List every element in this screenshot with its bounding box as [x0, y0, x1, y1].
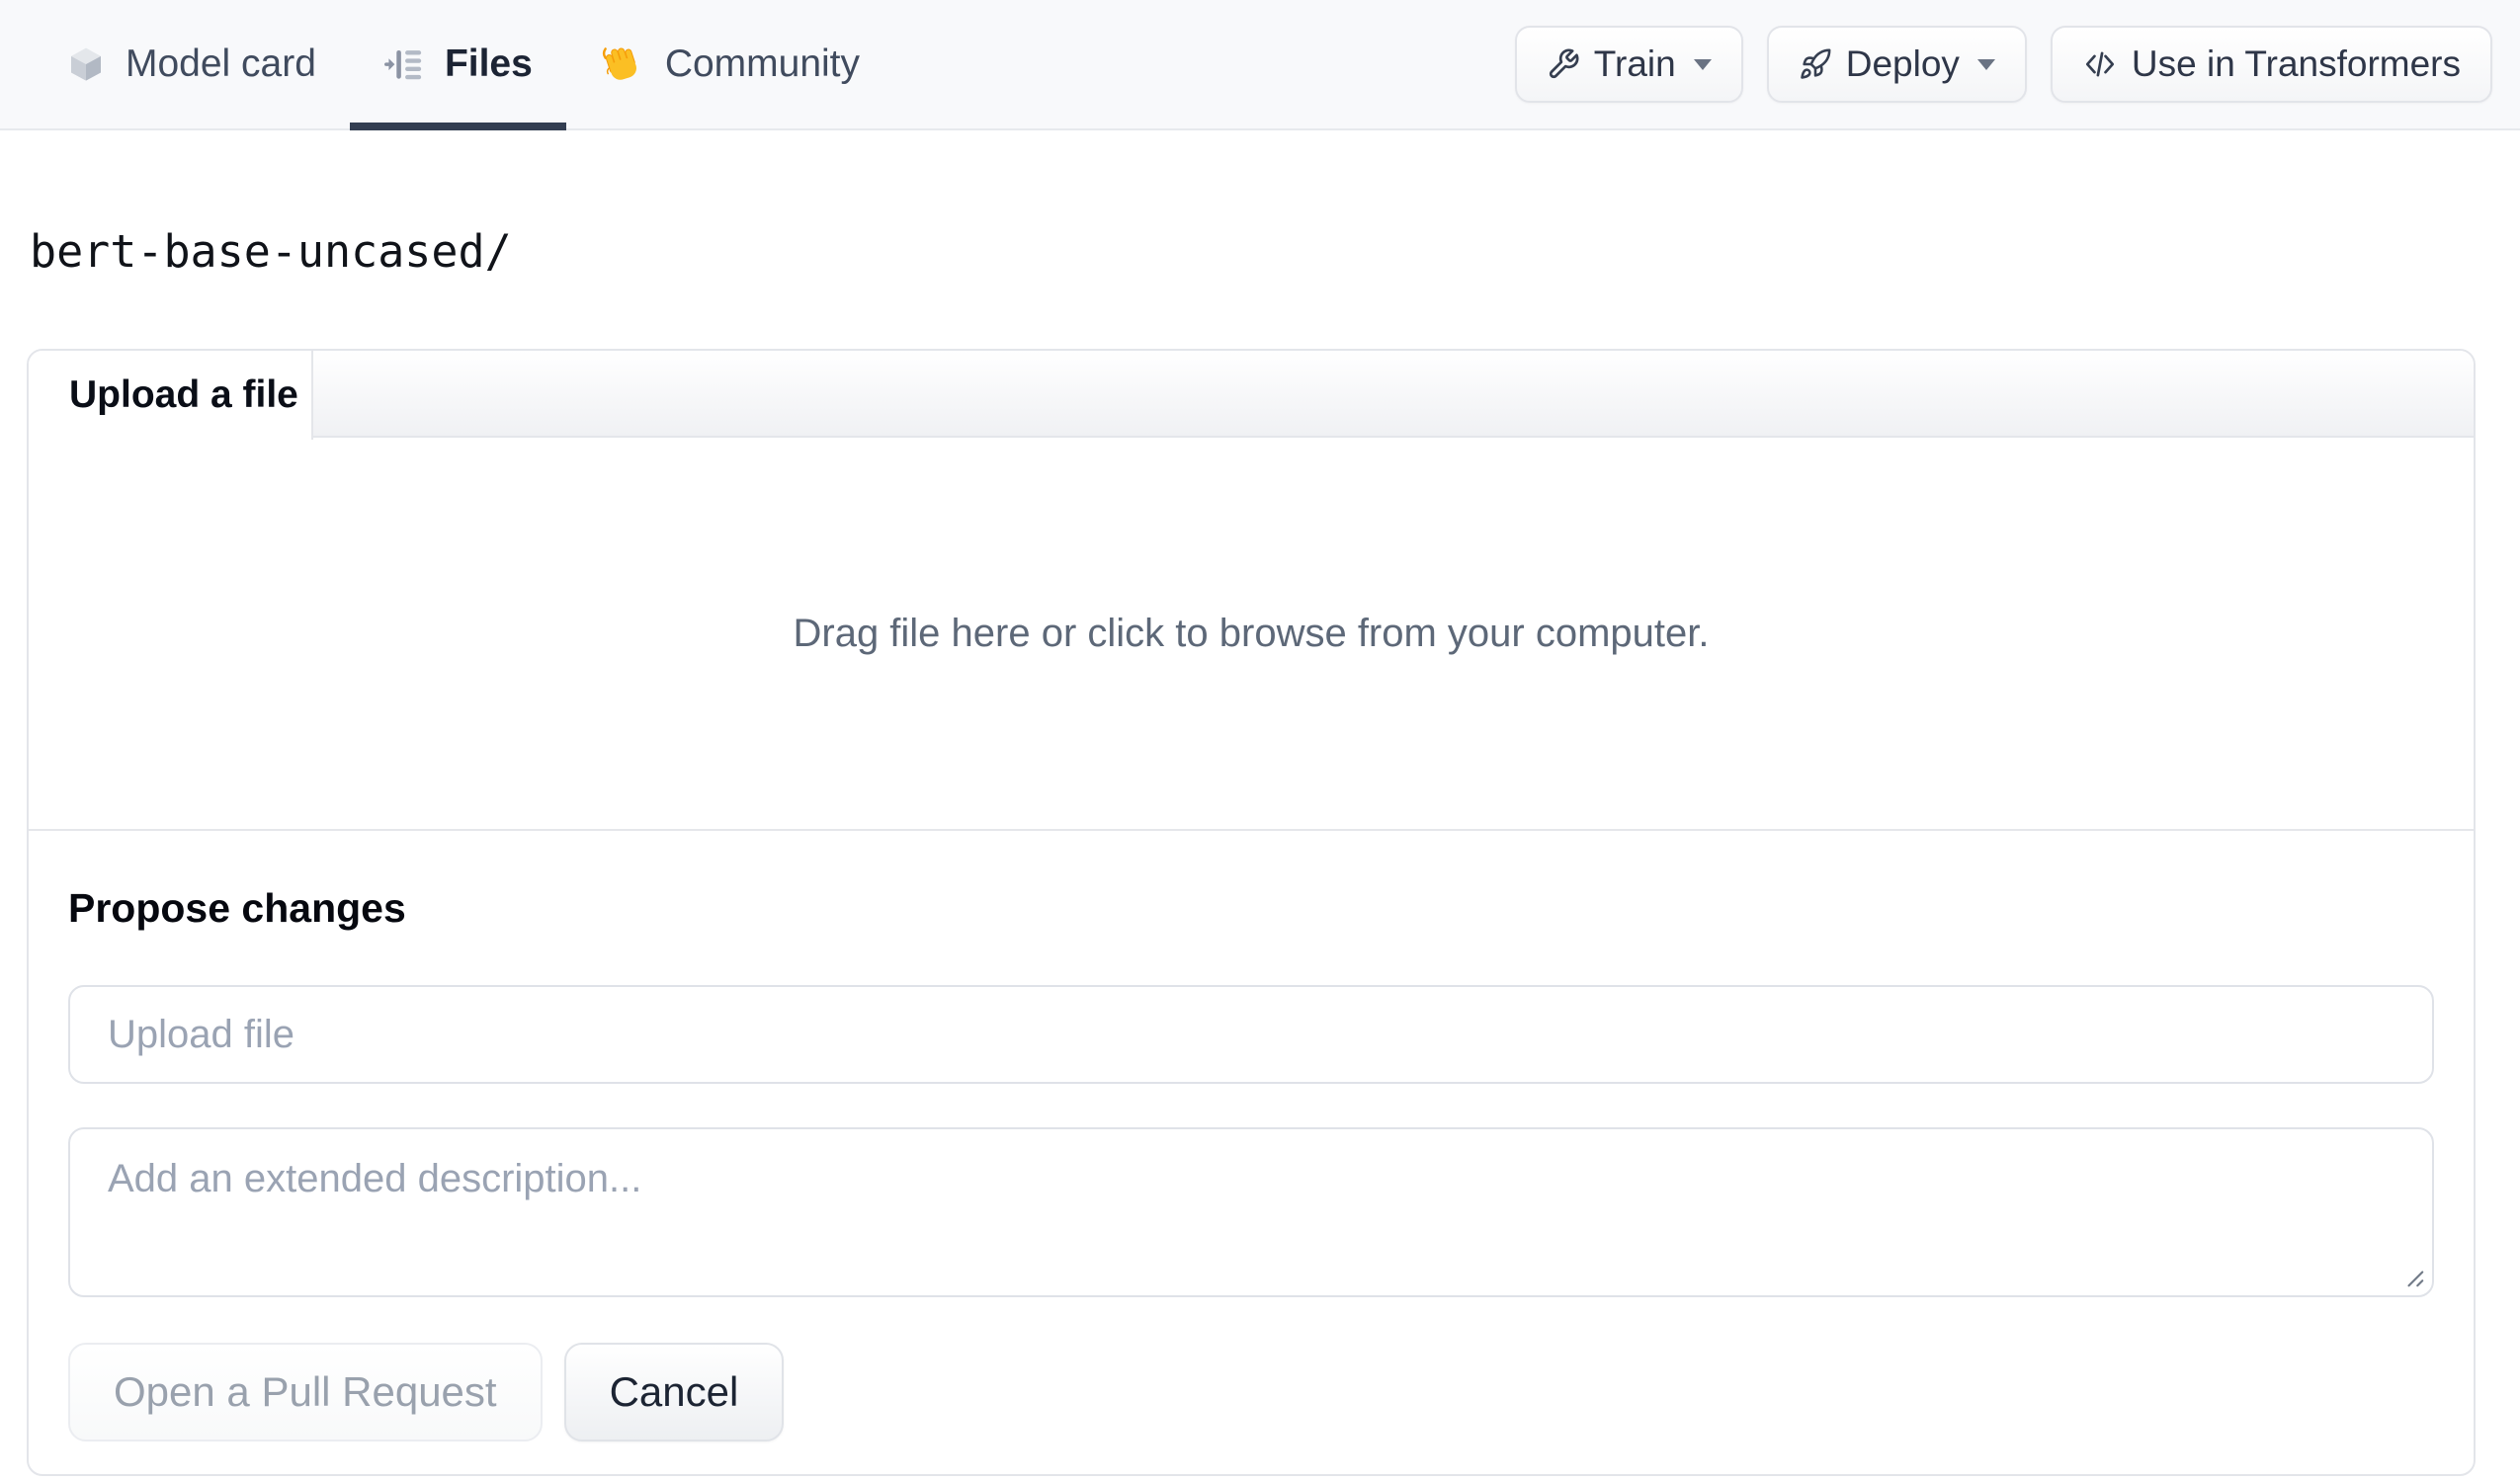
tab-community[interactable]: Community: [566, 0, 893, 128]
rocket-icon: [1799, 47, 1832, 81]
wave-hand-icon: [600, 41, 645, 87]
tab-model-card[interactable]: Model card: [33, 0, 350, 128]
wrench-icon: [1547, 47, 1580, 81]
tab-upload-a-file[interactable]: Upload a file: [29, 351, 313, 440]
propose-changes-section: Propose changes Open a Pull Request Canc…: [29, 831, 2474, 1474]
description-field-wrapper: [68, 1127, 2434, 1297]
repo-nav-actions: Train Deploy Use in Transformers: [1514, 0, 2492, 128]
train-button-label: Train: [1593, 43, 1676, 84]
deploy-button-label: Deploy: [1845, 43, 1960, 84]
use-in-transformers-button-label: Use in Transformers: [2131, 43, 2461, 84]
repo-nav: Model card Files Community Train Deploy …: [0, 0, 2520, 130]
dropzone-hint-text: Drag file here or click to browse from y…: [793, 611, 1710, 655]
tab-model-card-label: Model card: [126, 42, 316, 85]
breadcrumb: bert-base-uncased/: [30, 225, 2520, 278]
extended-description-textarea[interactable]: [68, 1127, 2434, 1297]
propose-actions-row: Open a Pull Request Cancel: [68, 1343, 2434, 1441]
tab-files-label: Files: [444, 42, 533, 85]
active-tab-underline: [349, 123, 566, 130]
use-in-transformers-button[interactable]: Use in Transformers: [2050, 26, 2492, 103]
repo-path[interactable]: bert-base-uncased/: [30, 225, 512, 278]
file-dropzone[interactable]: Drag file here or click to browse from y…: [29, 438, 2474, 831]
tab-upload-a-file-label: Upload a file: [69, 373, 298, 416]
repo-nav-tabs: Model card Files Community: [33, 0, 893, 130]
chevron-down-icon: [1976, 58, 1995, 70]
propose-changes-heading: Propose changes: [68, 885, 406, 931]
open-pull-request-button[interactable]: Open a Pull Request: [68, 1343, 543, 1441]
upload-file-name-input[interactable]: [68, 985, 2434, 1084]
upload-file-card: Upload a file Drag file here or click to…: [27, 349, 2476, 1476]
cube-icon: [66, 43, 106, 85]
tab-community-label: Community: [664, 42, 861, 85]
upload-card-tabbar: Upload a file: [29, 351, 2474, 440]
files-list-icon: [383, 43, 425, 85]
train-button[interactable]: Train: [1514, 26, 1743, 103]
deploy-button[interactable]: Deploy: [1766, 26, 2027, 103]
cancel-button[interactable]: Cancel: [563, 1343, 785, 1441]
resize-handle-icon[interactable]: [2396, 1260, 2426, 1289]
code-icon: [2082, 46, 2118, 82]
chevron-down-icon: [1693, 58, 1712, 70]
tab-files[interactable]: Files: [349, 0, 566, 130]
